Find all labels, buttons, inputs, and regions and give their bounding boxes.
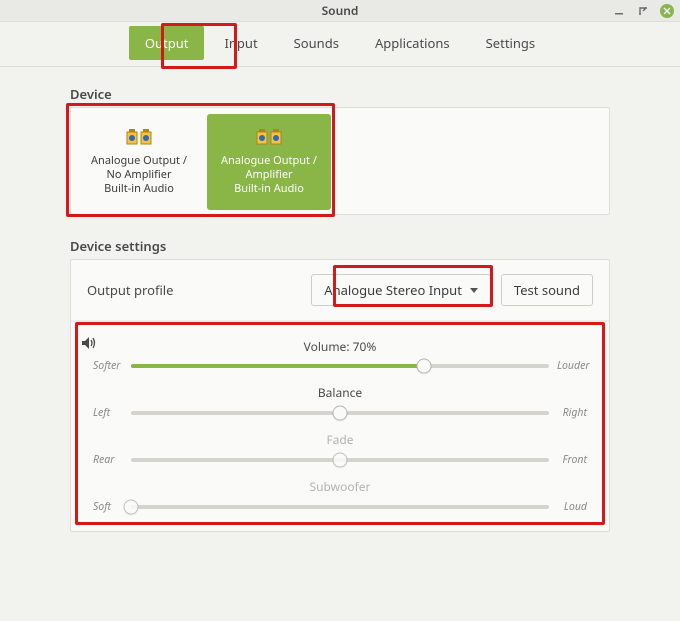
fade-left-label: Rear xyxy=(93,453,123,467)
output-profile-label: Output profile xyxy=(87,281,301,299)
volume-right-label: Louder xyxy=(557,359,587,373)
tab-label: Input xyxy=(224,34,257,52)
fade-slider xyxy=(131,452,549,468)
volume-left-label: Softer xyxy=(93,359,123,373)
section-label-settings: Device settings xyxy=(70,237,610,255)
tab-settings[interactable]: Settings xyxy=(470,26,551,60)
balance-slider-group: Balance Left Right xyxy=(93,384,587,421)
tab-bar: Output Input Sounds Applications Setting… xyxy=(0,22,680,67)
audio-device-icon xyxy=(255,128,283,148)
volume-title: Volume: 70% xyxy=(93,338,587,355)
window-title: Sound xyxy=(322,2,359,19)
audio-device-icon xyxy=(125,128,153,148)
tab-label: Applications xyxy=(375,34,450,52)
section-label-device: Device xyxy=(70,85,610,103)
minimize-button[interactable] xyxy=(612,4,626,18)
maximize-button[interactable] xyxy=(636,4,650,18)
tab-label: Settings xyxy=(486,34,535,52)
balance-title: Balance xyxy=(93,384,587,401)
balance-right-label: Right xyxy=(557,406,587,420)
subwoofer-right-label: Loud xyxy=(557,500,587,514)
subwoofer-title: Subwoofer xyxy=(93,478,587,495)
tab-output[interactable]: Output xyxy=(129,26,205,60)
output-profile-row: Output profile Analogue Stereo Input Tes… xyxy=(71,260,609,321)
fade-slider-group: Fade Rear Front xyxy=(93,431,587,468)
fade-right-label: Front xyxy=(557,453,587,467)
device-line3: Built-in Audio xyxy=(104,182,174,196)
device-line3: Built-in Audio xyxy=(234,182,304,196)
device-card-amp[interactable]: Analogue Output / Amplifier Built-in Aud… xyxy=(207,114,331,210)
device-line1: Analogue Output / xyxy=(221,154,317,168)
subwoofer-slider xyxy=(131,499,549,515)
tab-input[interactable]: Input xyxy=(208,26,273,60)
output-profile-select[interactable]: Analogue Stereo Input xyxy=(311,274,491,306)
balance-left-label: Left xyxy=(93,406,123,420)
balance-slider[interactable] xyxy=(131,405,549,421)
tab-label: Sounds xyxy=(294,34,339,52)
tab-label: Output xyxy=(145,34,189,52)
close-button[interactable] xyxy=(660,4,674,18)
tab-applications[interactable]: Applications xyxy=(359,26,466,60)
title-bar: Sound xyxy=(0,0,680,22)
device-line2: Amplifier xyxy=(245,168,292,182)
volume-slider[interactable] xyxy=(131,358,549,374)
test-sound-label: Test sound xyxy=(514,281,580,299)
sliders-section: Volume: 70% Softer Louder Balance Left xyxy=(71,321,609,531)
subwoofer-left-label: Soft xyxy=(93,500,123,514)
output-profile-value: Analogue Stereo Input xyxy=(324,281,462,299)
chevron-down-icon xyxy=(470,288,478,293)
device-line1: Analogue Output / xyxy=(91,154,187,168)
content-area: Device Analogue Output / No Amplifier Bu… xyxy=(0,67,680,532)
volume-slider-group: Volume: 70% Softer Louder xyxy=(93,338,587,374)
device-card-no-amp[interactable]: Analogue Output / No Amplifier Built-in … xyxy=(77,114,201,210)
test-sound-button[interactable]: Test sound xyxy=(501,274,593,306)
tab-sounds[interactable]: Sounds xyxy=(278,26,355,60)
fade-title: Fade xyxy=(93,431,587,448)
device-settings-panel: Output profile Analogue Stereo Input Tes… xyxy=(70,259,610,532)
device-line2: No Amplifier xyxy=(107,168,172,182)
device-panel: Analogue Output / No Amplifier Built-in … xyxy=(70,107,610,215)
window-controls xyxy=(612,0,674,22)
subwoofer-slider-group: Subwoofer Soft Loud xyxy=(93,478,587,515)
